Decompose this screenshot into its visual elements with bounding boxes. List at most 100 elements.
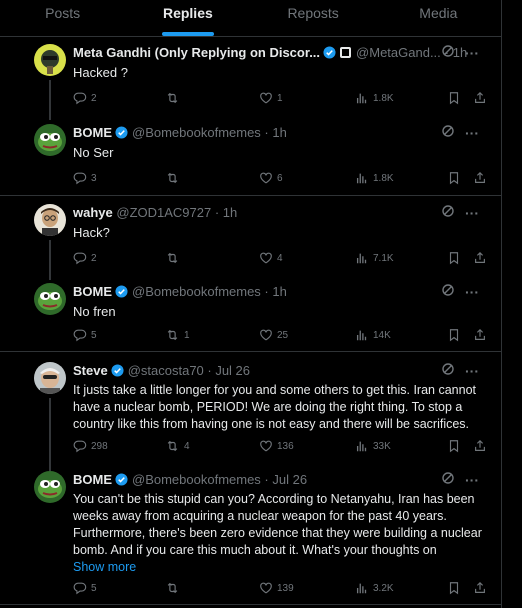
grok-icon[interactable] [441,283,455,302]
handle[interactable]: @Bomebookofmemes · 1h [132,125,287,140]
display-name[interactable]: Meta Gandhi (Only Replying on Discor... [73,45,320,60]
views-button[interactable]: 14K [355,327,391,343]
avatar[interactable] [34,283,66,315]
reply-button[interactable]: 2 [73,250,97,266]
tweet-text: Hacked ? [73,65,128,80]
reply-button[interactable]: 298 [73,438,108,454]
repost-icon [165,581,180,595]
share-button[interactable] [473,580,487,596]
share-button[interactable] [473,327,487,343]
display-name[interactable]: BOME [73,284,112,299]
like-icon [259,251,273,265]
grok-icon[interactable] [441,124,455,143]
grok-icon[interactable] [441,471,455,490]
share-icon [473,171,487,185]
avatar[interactable] [34,362,66,394]
show-more-link[interactable]: Show more [73,559,485,576]
tab-posts[interactable]: Posts [0,0,125,36]
grok-icon[interactable] [441,44,455,63]
like-button[interactable]: 139 [259,580,294,596]
verified-badge-icon [111,364,124,382]
handle[interactable]: @Bomebookofmemes · Jul 26 [132,472,307,487]
bookmark-icon [447,581,461,595]
handle[interactable]: @ZOD1AC9727 · 1h [116,205,237,220]
handle[interactable]: @Bomebookofmemes · 1h [132,284,287,299]
tweet-header: BOME @Bomebookofmemes · 1h [73,124,287,142]
views-button[interactable]: 3.2K [355,580,394,596]
repost-button[interactable] [165,580,184,596]
handle[interactable]: @stacosta70 · Jul 26 [128,363,250,378]
share-button[interactable] [473,170,487,186]
tab-reposts[interactable]: Reposts [251,0,376,36]
like-button[interactable]: 1 [259,90,283,106]
reply-button[interactable]: 5 [73,327,97,343]
more-options-icon[interactable]: ··· [465,46,479,60]
like-button[interactable]: 136 [259,438,294,454]
bookmark-button[interactable] [447,327,461,343]
repost-button[interactable]: 4 [165,438,190,454]
bookmark-button[interactable] [447,90,461,106]
avatar[interactable] [34,44,66,76]
share-button[interactable] [473,90,487,106]
more-options-icon[interactable]: ··· [465,364,479,378]
repost-button[interactable] [165,170,184,186]
avatar[interactable] [34,124,66,156]
reply-button[interactable]: 3 [73,170,97,186]
profile-tabs: Posts Replies Reposts Media [0,0,501,37]
more-options-icon[interactable]: ··· [465,206,479,220]
reply-button[interactable]: 5 [73,580,97,596]
reply-icon [73,171,87,185]
tweet-text: It justs take a little longer for you an… [73,383,476,431]
display-name[interactable]: BOME [73,125,112,140]
display-name[interactable]: wahye [73,205,113,220]
views-count: 1.8K [373,172,394,184]
action-bar: 298 4 136 33K [73,438,493,454]
reply-icon [73,328,87,342]
repost-button[interactable] [165,250,184,266]
like-button[interactable]: 25 [259,327,288,343]
display-name[interactable]: Steve [73,363,108,378]
share-button[interactable] [473,438,487,454]
like-icon [259,171,273,185]
like-button[interactable]: 6 [259,170,283,186]
repost-button[interactable]: 1 [165,327,190,343]
views-button[interactable]: 1.8K [355,90,394,106]
more-options-icon[interactable]: ··· [465,473,479,487]
views-icon [355,328,369,342]
tweet-text: No Ser [73,145,114,160]
grok-icon[interactable] [441,204,455,223]
views-count: 14K [373,329,391,341]
repost-button[interactable] [165,90,184,106]
avatar[interactable] [34,471,66,503]
reply-count: 2 [91,252,97,264]
bookmark-button[interactable] [447,580,461,596]
tab-media[interactable]: Media [376,0,501,36]
tweet-header: Meta Gandhi (Only Replying on Discor... @… [73,44,467,62]
like-count: 1 [277,92,283,104]
verified-badge-icon [323,46,336,64]
bookmark-button[interactable] [447,170,461,186]
views-button[interactable]: 1.8K [355,170,394,186]
reply-button[interactable]: 2 [73,90,97,106]
bookmark-button[interactable] [447,438,461,454]
more-options-icon[interactable]: ··· [465,285,479,299]
divider [0,351,501,352]
like-button[interactable]: 4 [259,250,283,266]
bookmark-icon [447,251,461,265]
handle[interactable]: @MetaGand... [356,45,441,60]
like-count: 6 [277,172,283,184]
bookmark-button[interactable] [447,250,461,266]
like-count: 4 [277,252,283,264]
like-count: 25 [277,329,289,341]
thread-connector [49,80,51,120]
tab-replies[interactable]: Replies [125,0,250,36]
more-options-icon[interactable]: ··· [465,126,479,140]
views-button[interactable]: 33K [355,438,391,454]
grok-icon[interactable] [441,362,455,381]
tweet-header: Steve @stacosta70 · Jul 26 [73,362,250,380]
display-name[interactable]: BOME [73,472,112,487]
views-button[interactable]: 7.1K [355,250,394,266]
share-button[interactable] [473,250,487,266]
avatar[interactable] [34,204,66,236]
thread-connector [49,240,51,280]
